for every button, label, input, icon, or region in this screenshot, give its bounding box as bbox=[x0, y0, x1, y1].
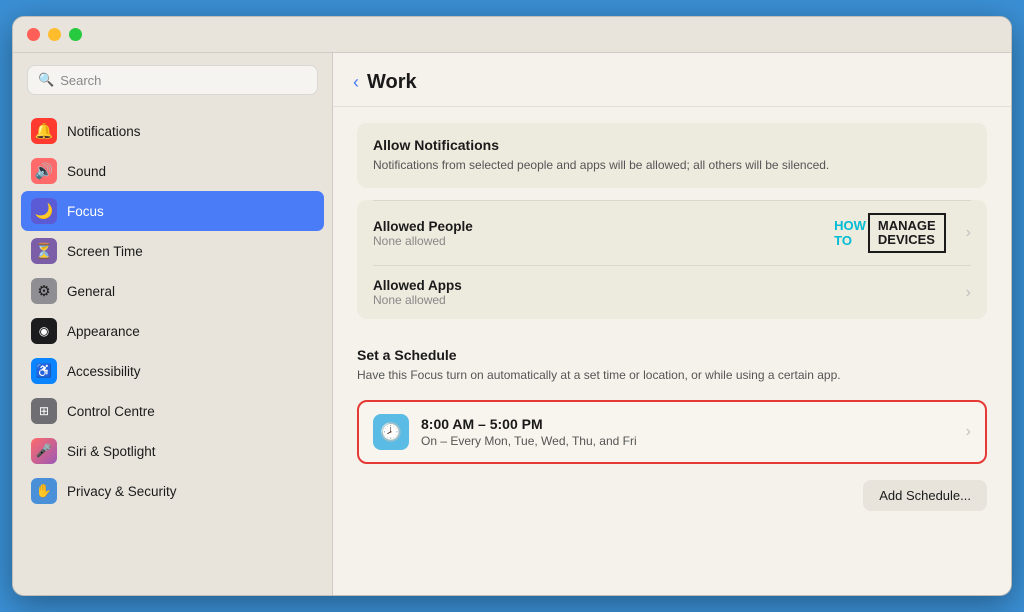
allowed-people-row[interactable]: Allowed People None allowed HOWTO MANAGE… bbox=[373, 200, 971, 266]
search-icon: 🔍 bbox=[38, 72, 54, 88]
sidebar-item-controlcentre[interactable]: ⊞ Control Centre bbox=[21, 391, 324, 431]
schedule-description: Have this Focus turn on automatically at… bbox=[357, 367, 987, 384]
sidebar-label-screentime: Screen Time bbox=[67, 244, 143, 259]
accessibility-icon: ♿ bbox=[31, 358, 57, 384]
sidebar-item-siri[interactable]: 🎤 Siri & Spotlight bbox=[21, 431, 324, 471]
allow-notifications-desc: Notifications from selected people and a… bbox=[373, 157, 971, 174]
minimize-button[interactable] bbox=[48, 28, 61, 41]
notifications-icon: 🔔 bbox=[31, 118, 57, 144]
allowed-apps-chevron: › bbox=[966, 284, 971, 302]
schedule-header: Set a Schedule Have this Focus turn on a… bbox=[357, 347, 987, 384]
sidebar-list: 🔔 Notifications 🔊 Sound 🌙 Focus ⏳ Screen… bbox=[13, 107, 332, 595]
schedule-days: On – Every Mon, Tue, Wed, Thu, and Fri bbox=[421, 434, 942, 448]
sidebar-item-privacy[interactable]: ✋ Privacy & Security bbox=[21, 471, 324, 511]
sidebar-label-controlcentre: Control Centre bbox=[67, 404, 155, 419]
allowed-apps-subtitle: None allowed bbox=[373, 293, 954, 307]
sidebar-item-accessibility[interactable]: ♿ Accessibility bbox=[21, 351, 324, 391]
allow-notifications-title: Allow Notifications bbox=[373, 137, 971, 153]
allowed-apps-row[interactable]: Allowed Apps None allowed › bbox=[373, 265, 971, 319]
allow-notifications-section: Allow Notifications Notifications from s… bbox=[357, 123, 987, 188]
sidebar-label-sound: Sound bbox=[67, 164, 106, 179]
watermark-manage-text: MANAGE bbox=[878, 219, 936, 233]
general-icon: ⚙ bbox=[31, 278, 57, 304]
allowed-people-subtitle: None allowed bbox=[373, 234, 834, 248]
add-schedule-button[interactable]: Add Schedule... bbox=[863, 480, 987, 511]
main-window: 🔍 Search 🔔 Notifications 🔊 Sound 🌙 Focus bbox=[12, 16, 1012, 596]
allowed-people-chevron: › bbox=[966, 224, 971, 242]
sidebar-item-sound[interactable]: 🔊 Sound bbox=[21, 151, 324, 191]
controlcentre-icon: ⊞ bbox=[31, 398, 57, 424]
sidebar-item-screentime[interactable]: ⏳ Screen Time bbox=[21, 231, 324, 271]
content-area: 🔍 Search 🔔 Notifications 🔊 Sound 🌙 Focus bbox=[13, 53, 1011, 595]
titlebar bbox=[13, 17, 1011, 53]
clock-icon: 🕗 bbox=[380, 422, 402, 443]
sidebar: 🔍 Search 🔔 Notifications 🔊 Sound 🌙 Focus bbox=[13, 53, 333, 595]
sidebar-label-privacy: Privacy & Security bbox=[67, 484, 177, 499]
sidebar-label-appearance: Appearance bbox=[67, 324, 140, 339]
schedule-item-text: 8:00 AM – 5:00 PM On – Every Mon, Tue, W… bbox=[421, 416, 942, 448]
schedule-chevron: › bbox=[966, 423, 971, 441]
page-title: Work bbox=[367, 71, 417, 94]
schedule-item[interactable]: 🕗 8:00 AM – 5:00 PM On – Every Mon, Tue,… bbox=[357, 400, 987, 464]
appearance-icon: ◉ bbox=[31, 318, 57, 344]
allowed-apps-text: Allowed Apps None allowed bbox=[373, 278, 954, 307]
sidebar-label-notifications: Notifications bbox=[67, 124, 141, 139]
sidebar-label-focus: Focus bbox=[67, 204, 104, 219]
sidebar-item-appearance[interactable]: ◉ Appearance bbox=[21, 311, 324, 351]
allowed-section: Allowed People None allowed HOWTO MANAGE… bbox=[357, 200, 987, 320]
screentime-icon: ⏳ bbox=[31, 238, 57, 264]
sidebar-label-general: General bbox=[67, 284, 115, 299]
sidebar-item-general[interactable]: ⚙ General bbox=[21, 271, 324, 311]
allowed-people-title: Allowed People bbox=[373, 219, 834, 234]
allowed-apps-title: Allowed Apps bbox=[373, 278, 954, 293]
sidebar-item-notifications[interactable]: 🔔 Notifications bbox=[21, 111, 324, 151]
allowed-people-text: Allowed People None allowed bbox=[373, 219, 834, 248]
back-button[interactable]: ‹ bbox=[353, 72, 359, 93]
schedule-title: Set a Schedule bbox=[357, 347, 987, 363]
sidebar-item-focus[interactable]: 🌙 Focus bbox=[21, 191, 324, 231]
close-button[interactable] bbox=[27, 28, 40, 41]
watermark: HOWTO MANAGE DEVICES bbox=[834, 213, 946, 254]
privacy-icon: ✋ bbox=[31, 478, 57, 504]
schedule-time: 8:00 AM – 5:00 PM bbox=[421, 416, 942, 432]
sidebar-label-accessibility: Accessibility bbox=[67, 364, 141, 379]
schedule-clock-icon-container: 🕗 bbox=[373, 414, 409, 450]
search-bar[interactable]: 🔍 Search bbox=[27, 65, 318, 95]
maximize-button[interactable] bbox=[69, 28, 82, 41]
watermark-manage-devices: MANAGE DEVICES bbox=[868, 213, 946, 254]
watermark-devices-text: DEVICES bbox=[878, 233, 935, 247]
main-panel: ‹ Work Allow Notifications Notifications… bbox=[333, 53, 1011, 595]
main-header: ‹ Work bbox=[333, 53, 1011, 107]
sound-icon: 🔊 bbox=[31, 158, 57, 184]
focus-icon: 🌙 bbox=[31, 198, 57, 224]
siri-icon: 🎤 bbox=[31, 438, 57, 464]
watermark-how: HOWTO bbox=[834, 218, 866, 248]
search-placeholder: Search bbox=[60, 73, 101, 88]
main-content: Allow Notifications Notifications from s… bbox=[333, 107, 1011, 527]
sidebar-label-siri: Siri & Spotlight bbox=[67, 444, 156, 459]
schedule-section: Set a Schedule Have this Focus turn on a… bbox=[357, 347, 987, 511]
